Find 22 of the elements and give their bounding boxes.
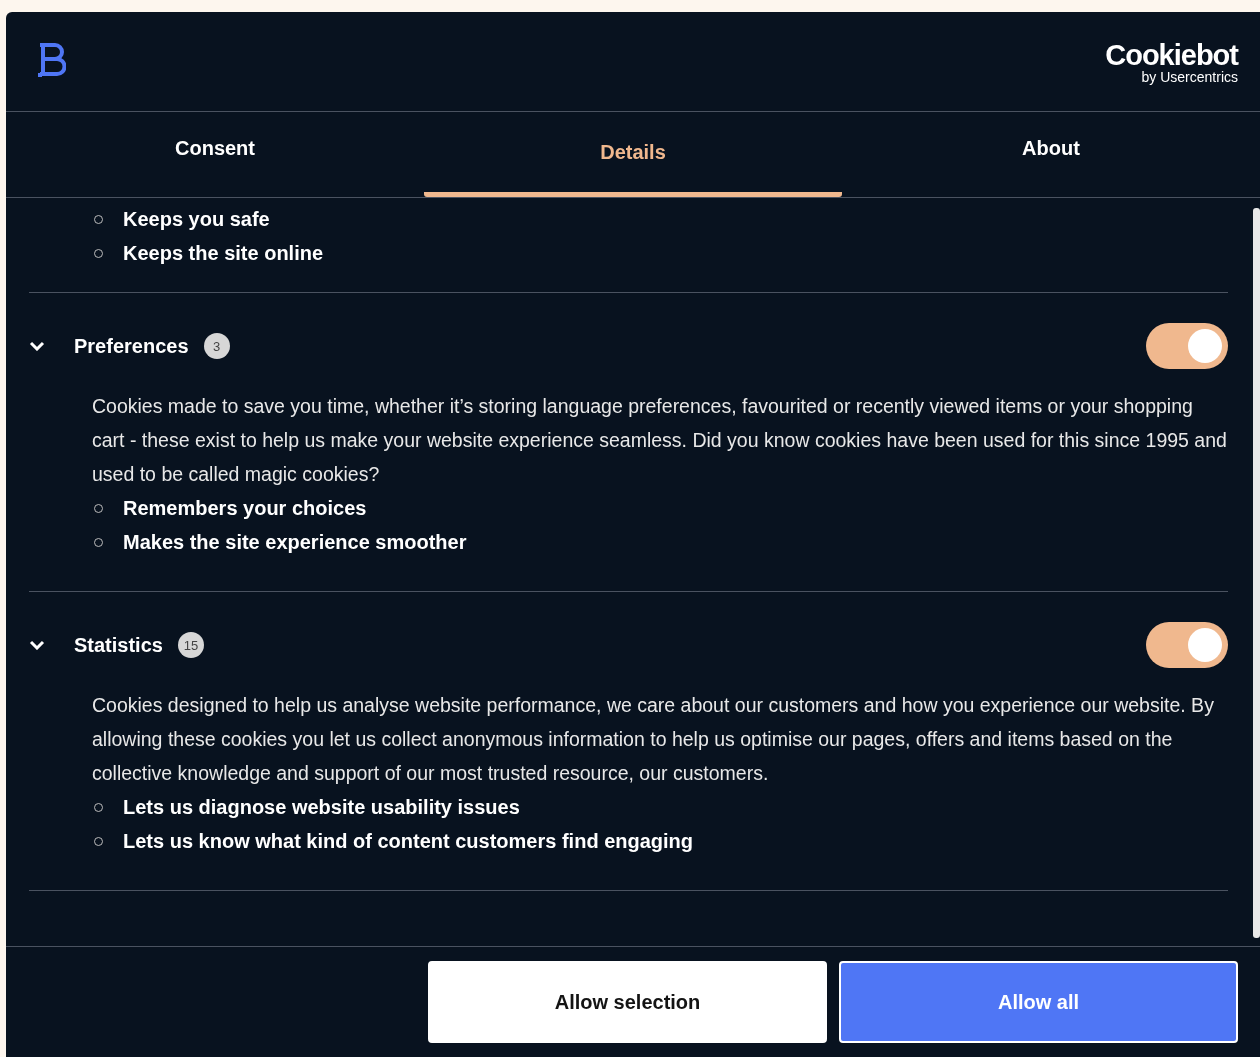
allow-button[interactable]: Allow all <box>839 961 1238 1043</box>
category-description: Cookies designed to help us analyse website performance, we care about our customers and how you experience our website. By allowing these cookies you let us collect anonymous information to help us optimise our pages, offers and items based on the collective knowledge and support of our most trusted resource, our customers. <box>92 693 1215 786</box>
bullet-text: Keeps the site online <box>123 241 324 266</box>
category-title: Statistics <box>74 633 163 657</box>
bullet-text: Lets us know what kind of content customers find engaging <box>123 829 694 854</box>
tab[interactable]: About <box>842 112 1260 197</box>
category-description: Cookies made to save you time, whether it’s storing language preferences, favourited or recently viewed items or your shopping cart - these exist to help us make your website experience seamless. Did you know cookies have been used for this since 1995 and used to be called magic cookies? <box>92 394 1228 487</box>
brand-tagline: by Usercentrics <box>1141 69 1238 84</box>
scrollbar-thumb[interactable] <box>1253 208 1260 938</box>
bullet-text: Remembers your choices <box>123 496 367 521</box>
count-badge: 3 <box>203 333 230 359</box>
tab[interactable]: Details <box>424 112 842 197</box>
brand-logo-text: Cookiebot <box>1105 39 1238 70</box>
bullet-text: Keeps you safe <box>123 207 270 232</box>
tab[interactable]: Consent <box>6 112 424 197</box>
allow-button[interactable]: Allow selection <box>428 961 827 1043</box>
toggle-switch[interactable] <box>1146 622 1228 668</box>
bullet-text: Makes the site experience smoother <box>123 530 467 555</box>
bullet-text: Lets us diagnose website usability issues <box>123 795 520 820</box>
toggle-switch[interactable] <box>1146 323 1228 369</box>
category-title: Preferences <box>74 334 189 358</box>
count-badge: 15 <box>177 632 204 658</box>
